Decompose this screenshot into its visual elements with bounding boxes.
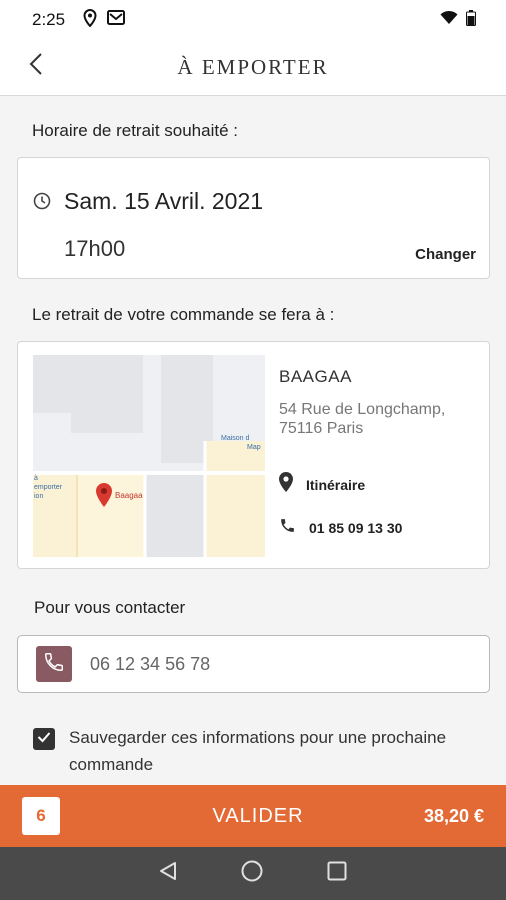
contact-phone-field [17,635,490,693]
save-info-label: Sauvegarder ces informations pour une pr… [69,728,447,774]
pickup-time: 17h00 [64,236,126,261]
status-right-icons [440,9,476,31]
save-info-checkbox[interactable] [33,728,55,750]
chevron-left-icon [29,52,43,81]
phone-outline-icon [43,651,65,678]
status-bar: 2:25 [0,0,506,40]
store-phone-link[interactable]: 01 85 09 13 30 [279,517,402,539]
map-poi-label: Maison d [221,435,250,442]
status-left-icons [83,8,126,32]
save-info-row[interactable]: Sauvegarder ces informations pour une pr… [33,724,473,778]
status-time: 2:25 [32,10,66,29]
app-header: À EMPORTER [0,40,506,96]
contact-phone-icon-box [36,646,72,682]
map-side-label-3: ion [34,493,44,500]
store-phone: 01 85 09 13 30 [309,520,403,536]
nav-recents-icon[interactable] [327,861,347,886]
pickup-time-card: Sam. 15 Avril. 2021 17h00 Changer [17,157,490,279]
store-location-card: Maison d Map à emporter ion Baagaa BAAGA… [17,341,490,569]
bottom-action-bar: 6 VALIDER 38,20 € [0,785,506,847]
battery-icon [466,9,476,31]
location-pin-icon [279,472,293,497]
itinerary-label: Itinéraire [306,476,366,493]
map-side-label-2: emporter [34,484,63,491]
pickup-section-label: Horaire de retrait souhaité : [32,121,238,140]
location-section-label: Le retrait de votre commande se fera à : [32,305,335,324]
clock-icon [33,192,51,215]
nav-home-icon[interactable] [241,860,263,887]
pickup-date: Sam. 15 Avril. 2021 [64,188,264,214]
system-nav-bar [0,847,506,900]
contact-phone-input[interactable] [90,650,470,678]
page-title: À EMPORTER [177,55,329,79]
wifi-icon [440,10,458,30]
store-name: BAAGAA [279,367,352,386]
back-button[interactable] [22,52,50,80]
phone-icon [279,517,296,539]
map-side-label: à [34,475,38,482]
map-pin-label: Baagaa [115,491,143,500]
contact-section-label: Pour vous contacter [34,598,186,617]
itinerary-link[interactable]: Itinéraire [279,472,365,497]
location-status-icon [83,8,97,32]
validate-button[interactable]: VALIDER [150,805,366,828]
mail-status-icon [107,10,126,30]
checkmark-icon [37,730,51,748]
change-pickup-button[interactable]: Changer [415,246,476,263]
map-poi-label-2: Map [247,444,261,451]
nav-back-icon[interactable] [159,861,177,886]
order-total: 38,20 € [423,806,484,826]
cart-count-badge: 6 [22,797,60,835]
store-map[interactable]: Maison d Map à emporter ion Baagaa [33,355,265,557]
map-pin-icon [96,483,112,512]
store-address: 54 Rue de Longchamp, 75116 Paris [279,401,446,437]
